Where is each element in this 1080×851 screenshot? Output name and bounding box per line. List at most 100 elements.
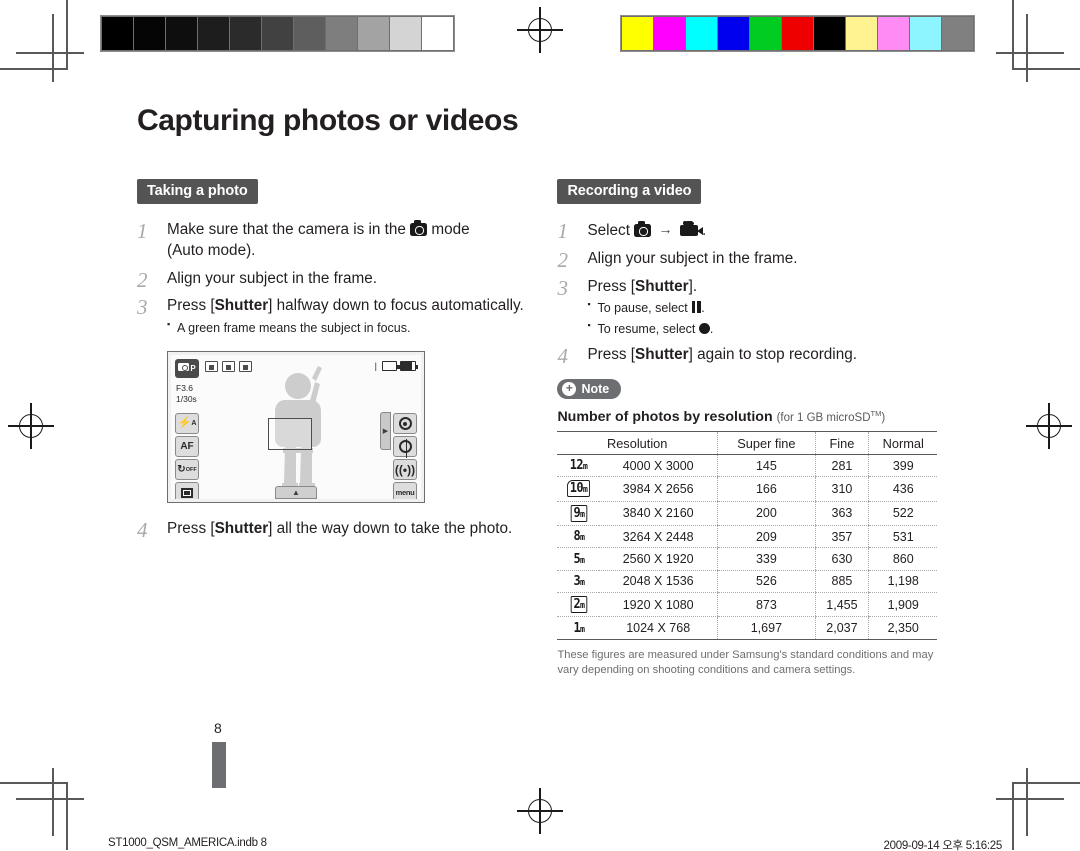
focus-area-icon [398, 439, 412, 459]
color-swatch-5 [782, 17, 813, 50]
focus-frame [268, 418, 312, 451]
step-3: 3 Press [Shutter]. To pause, select . To… [557, 275, 943, 338]
subnote-period: . [709, 321, 714, 336]
gray-swatch-6 [294, 17, 325, 50]
flash-auto-button[interactable]: ⚡ A [175, 413, 199, 435]
table-row: 1m 1024 X 768 1,697 2,037 2,350 [557, 616, 938, 640]
column-header-normal: Normal [868, 431, 938, 455]
step-4: 4 Press [Shutter] all the way down to ta… [137, 518, 532, 542]
normal-value: 1,198 [868, 570, 938, 594]
step-text-post: ] again to stop recording. [688, 345, 857, 363]
table-header: Resolution Super fine Fine Normal [557, 431, 938, 455]
registration-mark-bottom [517, 788, 563, 834]
bottom-panel-handle[interactable]: ▲ [275, 486, 317, 500]
color-swatch-3 [718, 17, 749, 50]
footer-timestamp: 2009-09-14 오후 5:16:25 [883, 840, 1003, 851]
memory-card-icon [382, 361, 400, 372]
resolution-value: 1024 X 768 [599, 616, 718, 640]
table-row: 2m 1920 X 1080 873 1,455 1,909 [557, 592, 938, 618]
step-text-post: ] halfway down to focus automatically. [268, 297, 524, 315]
resolution-value: 1920 X 1080 [599, 592, 718, 618]
record-icon [698, 322, 710, 334]
wireless-button[interactable]: ((•)) [393, 459, 417, 481]
shutter-key-label: Shutter [214, 520, 269, 538]
battery-icon [400, 361, 418, 372]
resolution-value: 3264 X 2448 [599, 525, 718, 549]
step-text: Press [Shutter] all the way down to take… [167, 520, 512, 537]
section-heading-recording-a-video: Recording a video [557, 179, 702, 204]
super-fine-value: 526 [716, 570, 816, 594]
note-label: Note [581, 382, 610, 397]
super-fine-value: 145 [716, 454, 816, 478]
fine-value: 630 [814, 547, 869, 571]
step-text-pre: Press [ [167, 520, 215, 538]
page-content: Capturing photos or videos Taking a phot… [137, 104, 943, 679]
gray-swatch-3 [198, 17, 229, 50]
step-number: 1 [557, 219, 568, 243]
registration-mark-right [1026, 403, 1072, 449]
menu-label: menu [395, 488, 415, 498]
gray-swatch-10 [422, 17, 453, 50]
exposure-readout: F3.6 1/30s [176, 383, 197, 405]
step-text: Align your subject in the frame. [167, 269, 378, 287]
table-body: 12m 4000 X 3000 145 281 399 10m 3984 X 2656 166… [557, 454, 938, 640]
normal-value: 1,909 [868, 592, 938, 618]
registration-mark-left [8, 403, 54, 449]
fine-value: 357 [814, 525, 869, 549]
resolution-badge-icon: 2m [557, 592, 600, 618]
video-camera-icon [679, 220, 703, 236]
table-title-main: Number of photos by resolution [557, 409, 773, 426]
smart-filter-button[interactable] [393, 413, 417, 435]
wireless-icon: ((•)) [394, 462, 416, 477]
step-text: Align your subject in the frame. [587, 249, 798, 267]
color-swatch-7 [846, 17, 877, 50]
timer-off-button[interactable]: ↻ OFF [175, 459, 199, 481]
camera-lcd-illustration: P | F3.6 1/30s ⚡ A AF ↻ OFF ▶ ((•)) menu… [167, 351, 532, 504]
step-3-subnote-pause: To pause, select . [587, 298, 943, 317]
pause-icon [691, 301, 701, 314]
plus-icon: + [562, 382, 577, 397]
table-row: 10m 3984 X 2656 166 310 436 [557, 476, 938, 502]
gray-swatch-4 [230, 17, 261, 50]
camera-icon [410, 220, 428, 236]
camera-icon [634, 221, 652, 237]
normal-value: 522 [868, 501, 938, 526]
shutter-key-label: Shutter [635, 277, 689, 295]
focus-area-button[interactable] [393, 436, 417, 459]
menu-button[interactable]: menu [393, 482, 417, 500]
af-button[interactable]: AF [175, 436, 199, 458]
steps-taking-a-photo-cont: 4 Press [Shutter] all the way down to ta… [137, 518, 532, 542]
display-button[interactable] [175, 482, 199, 500]
step-number: 4 [557, 343, 568, 368]
fine-value: 2,037 [814, 616, 869, 640]
resolution-value: 3984 X 2656 [599, 476, 718, 502]
column-recording-a-video: Recording a video 1 Select → . 2 Align y… [557, 179, 943, 679]
fine-value: 1,455 [814, 592, 869, 618]
super-fine-value: 166 [716, 476, 816, 502]
shooting-mode-icon[interactable]: P [175, 359, 199, 379]
column-taking-a-photo: Taking a photo 1 Make sure that the came… [137, 179, 532, 679]
table-row: 8m 3264 X 2448 209 357 531 [557, 525, 938, 549]
step-3-subnote: A green frame means the subject in focus… [167, 318, 532, 337]
table-title: Number of photos by resolution (for 1 GB… [557, 409, 943, 425]
resolution-badge-1m: 1m [572, 620, 585, 636]
super-fine-value: 1,697 [716, 616, 816, 640]
step-text: Press [Shutter]. [587, 278, 697, 295]
step-number: 3 [557, 275, 568, 300]
panel-expand-handle[interactable]: ▶ [380, 412, 391, 451]
step-text-line2: (Auto mode). [167, 241, 256, 259]
timer-state-label: OFF [185, 466, 197, 473]
resolution-badge-2m: 2m [570, 596, 587, 614]
shutter-speed-value: 1/30s [176, 394, 197, 405]
color-swatch-1 [654, 17, 685, 50]
af-label: AF [180, 441, 194, 453]
step-text-post: ] all the way down to take the photo. [268, 520, 513, 538]
image-stabilizer-icon [239, 361, 252, 373]
fine-value: 281 [814, 454, 869, 478]
page-title: Capturing photos or videos [137, 104, 519, 137]
lcd-frame: P | F3.6 1/30s ⚡ A AF ↻ OFF ▶ ((•)) menu… [167, 351, 425, 504]
fine-value: 885 [814, 570, 869, 594]
step-4: 4 Press [Shutter] again to stop recordin… [557, 344, 943, 368]
resolution-badge-8m: 8m [572, 529, 585, 545]
fine-value: 310 [814, 476, 869, 502]
